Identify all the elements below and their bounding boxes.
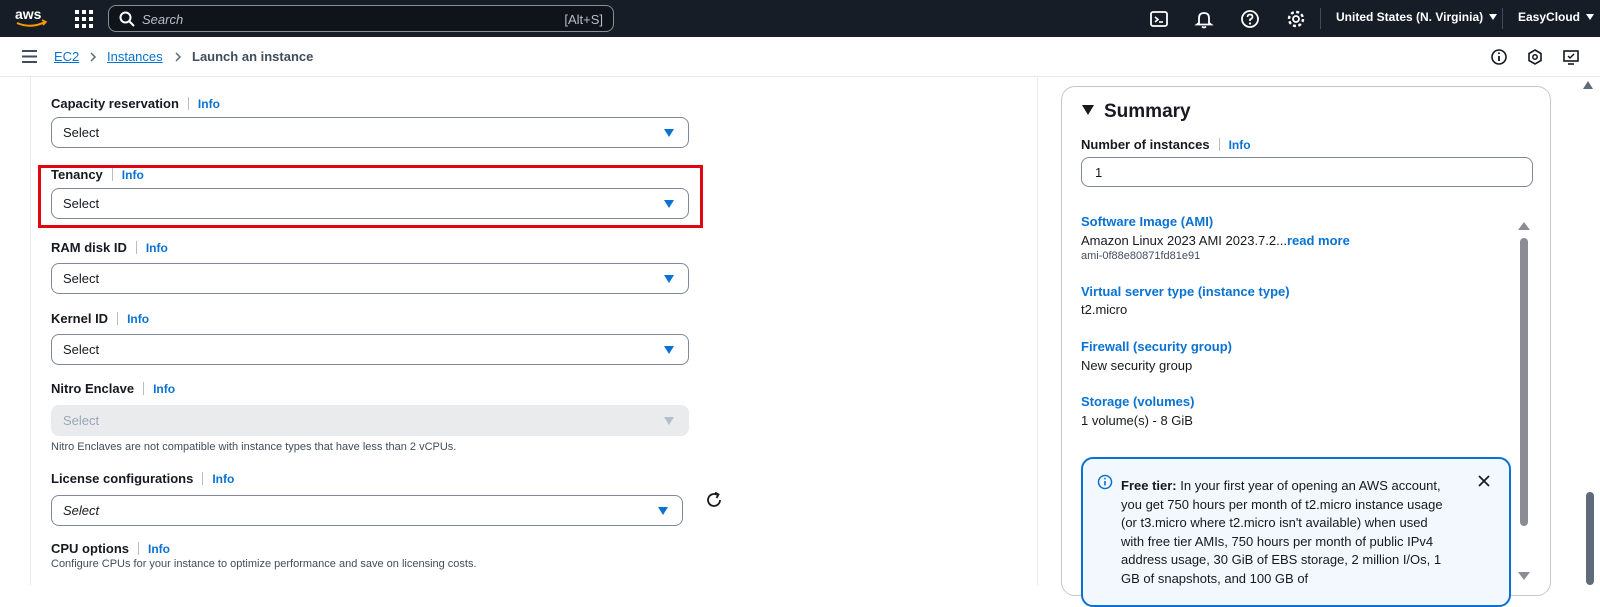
nitro-enclave-label: Nitro Enclave Info [51,381,176,396]
caret-down-icon [664,275,674,283]
scroll-up-arrow[interactable] [1518,222,1530,230]
kernel-id-info-link[interactable]: Info [127,312,149,326]
column-divider [1037,77,1038,585]
search-icon [119,11,135,27]
summary-panel: Summary Number of instances Info 1 Softwa… [1061,86,1551,607]
free-tier-text: Free tier: In your first year of opening… [1121,478,1443,586]
account-label: EasyCloud [1518,10,1581,24]
caret-down-icon [658,507,668,515]
input-value: 1 [1095,165,1103,180]
cpu-options-help: Configure CPUs for your instance to opti… [51,558,477,570]
chevron-right-icon [175,52,182,62]
select-value: Select [63,503,100,518]
firewall-value: New security group [1081,358,1193,373]
close-icon[interactable] [1477,474,1491,488]
gear-icon[interactable] [1286,9,1306,29]
breadcrumb-current: Launch an instance [192,49,314,64]
kernel-id-select[interactable]: Select [51,334,689,365]
breadcrumb-ec2[interactable]: EC2 [54,49,79,64]
ram-disk-id-select[interactable]: Select [51,263,689,294]
caret-down-icon [664,129,674,137]
select-value: Select [63,413,100,428]
nitro-enclave-info-link[interactable]: Info [153,382,175,396]
breadcrumb-instances[interactable]: Instances [107,49,163,64]
breadcrumb-bar: EC2 Instances Launch an instance [0,37,1600,77]
nitro-enclave-select: Select [51,405,689,436]
storage-value: 1 volume(s) - 8 GiB [1081,413,1193,428]
capacity-reservation-select[interactable]: Select [51,117,689,148]
help-icon[interactable] [1240,9,1260,29]
svg-text:aws: aws [15,6,42,22]
info-icon [1097,474,1113,490]
firewall-link[interactable]: Firewall (security group) [1081,339,1232,354]
search-shortcut: [Alt+S] [564,12,603,27]
info-icon[interactable] [1490,48,1508,66]
display-settings-icon[interactable] [1562,48,1580,66]
region-label: United States (N. Virginia) [1336,10,1484,24]
ram-disk-id-info-link[interactable]: Info [146,241,168,255]
ami-value: Amazon Linux 2023 AMI 2023.7.2...read mo… [1081,233,1350,248]
tenancy-info-link[interactable]: Info [122,168,144,182]
search-placeholder: Search [142,12,184,27]
menu-icon[interactable] [22,50,37,63]
bell-icon[interactable] [1194,9,1214,29]
capacity-reservation-info-link[interactable]: Info [198,97,220,111]
cpu-options-label: CPU options Info [51,541,170,556]
instance-type-value: t2.micro [1081,302,1128,317]
tenancy-label: Tenancy Info [51,167,144,182]
chevron-down-icon [1489,14,1498,20]
tenancy-select[interactable]: Select [51,188,689,219]
main-content: Capacity reservation Info Select Tenancy I… [0,77,1600,607]
cpu-options-info-link[interactable]: Info [148,542,170,556]
summary-scrollbar-thumb[interactable] [1520,238,1528,526]
nav-divider [1502,8,1503,29]
license-configurations-select[interactable]: Select [51,495,683,526]
capacity-reservation-label: Capacity reservation Info [51,96,220,111]
refresh-icon[interactable] [704,490,724,510]
ram-disk-id-label: RAM disk ID Info [51,240,168,255]
page-scroll-up-arrow[interactable] [1583,81,1593,89]
caret-down-icon [664,346,674,354]
scroll-down-arrow[interactable] [1518,572,1530,580]
caret-down-icon [1082,105,1094,115]
nav-divider [1320,8,1321,29]
select-value: Select [63,196,100,211]
select-value: Select [63,342,100,357]
feedback-icon[interactable] [1526,48,1544,66]
read-more-link[interactable]: read more [1287,233,1350,248]
search-input[interactable]: Search [Alt+S] [108,5,614,32]
ami-link[interactable]: Software Image (AMI) [1081,214,1213,229]
chevron-right-icon [90,52,97,62]
nitro-enclave-help: Nitro Enclaves are not compatible with i… [51,441,457,453]
caret-down-icon [664,417,674,425]
region-selector[interactable]: United States (N. Virginia) [1336,10,1498,24]
license-configurations-info-link[interactable]: Info [212,472,234,486]
caret-down-icon [664,200,674,208]
select-value: Select [63,271,100,286]
kernel-id-label: Kernel ID Info [51,311,150,326]
chevron-down-icon [1586,14,1595,20]
number-of-instances-label: Number of instances Info [1081,137,1251,152]
top-navigation: aws Search [Alt+S] United States (N. Vir… [0,0,1600,37]
summary-title[interactable]: Summary [1082,101,1191,123]
aws-logo[interactable]: aws [14,6,48,30]
storage-link[interactable]: Storage (volumes) [1081,394,1194,409]
license-configurations-label: License configurations Info [51,471,235,486]
account-menu[interactable]: EasyCloud [1518,10,1595,24]
page-scrollbar-thumb[interactable] [1586,492,1594,585]
select-value: Select [63,125,100,140]
instance-type-link[interactable]: Virtual server type (instance type) [1081,284,1290,299]
cloudshell-icon[interactable] [1149,9,1169,29]
number-of-instances-info-link[interactable]: Info [1229,138,1251,152]
left-divider [30,77,31,585]
number-of-instances-input[interactable]: 1 [1081,157,1533,187]
services-grid-icon[interactable] [74,9,94,29]
ami-id: ami-0f88e80871fd81e91 [1081,250,1201,262]
